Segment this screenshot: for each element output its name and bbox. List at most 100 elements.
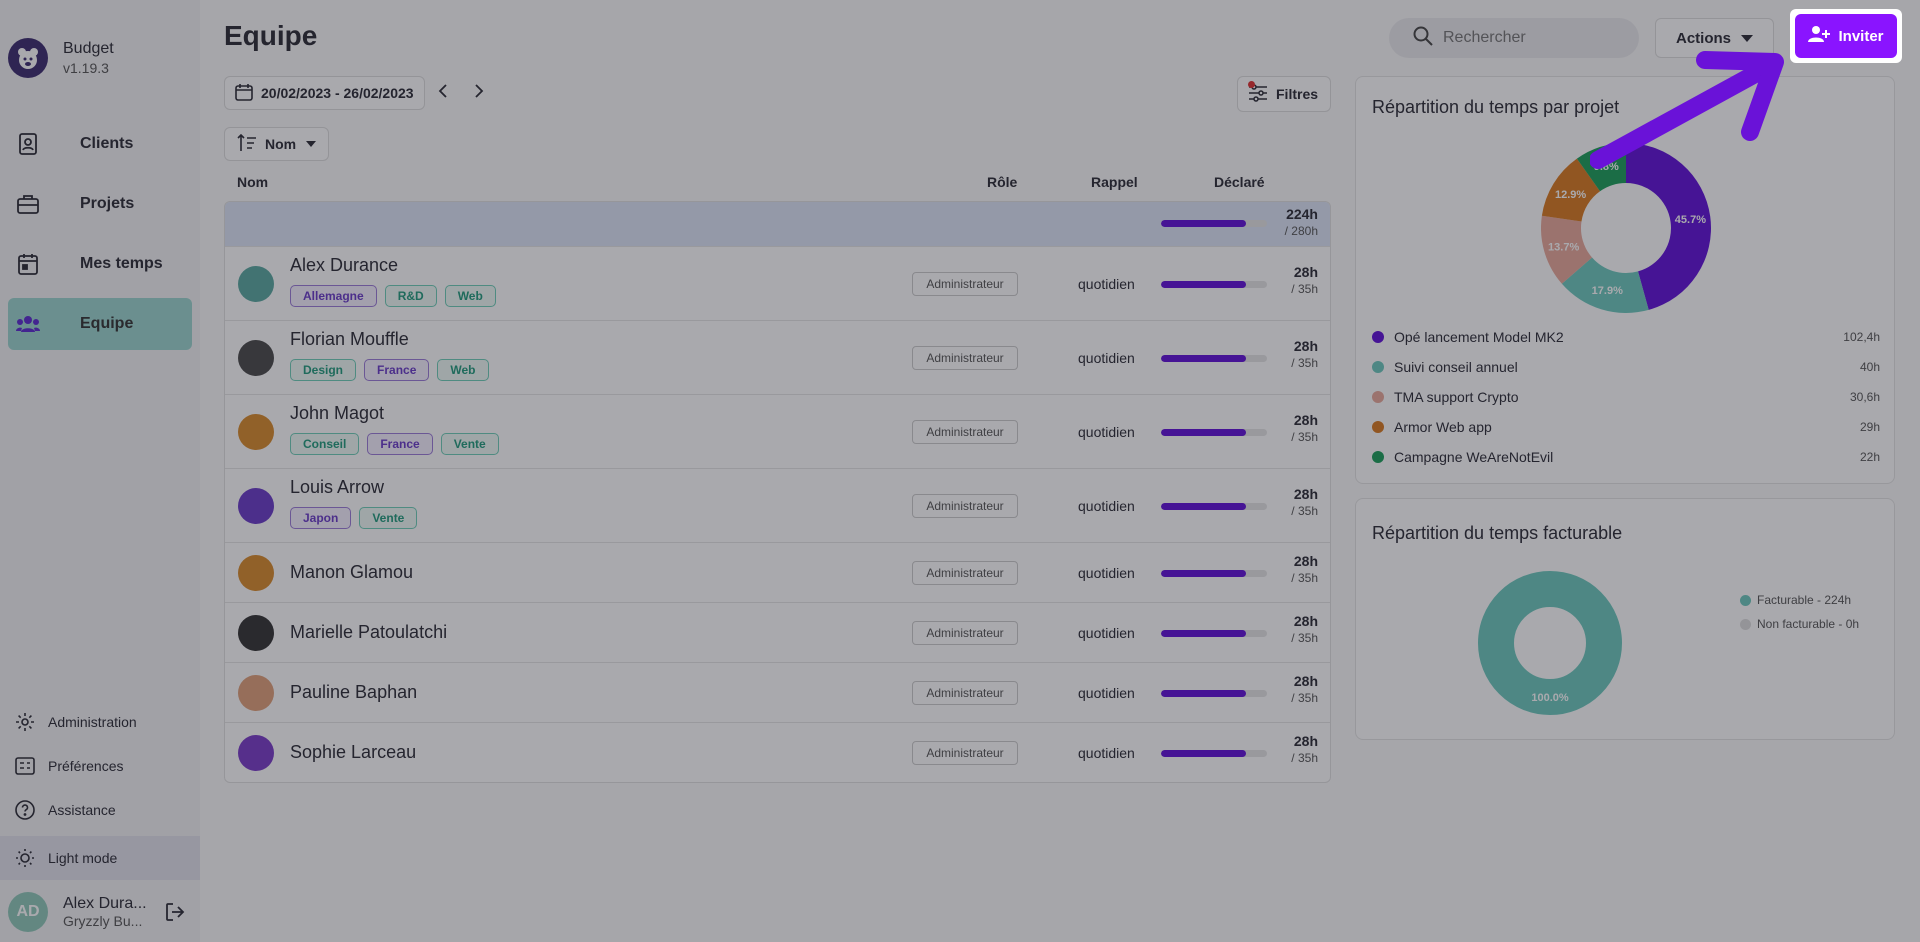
table-row[interactable]: Sophie Larceau Administrateur quotidien 28h… [225, 722, 1330, 782]
sidebar-item-equipe[interactable]: Equipe [8, 298, 192, 350]
declared-value: 28h [1293, 673, 1318, 689]
tag[interactable]: Conseil [290, 433, 360, 455]
legend-item[interactable]: Armor Web app 29h [1372, 417, 1880, 437]
member-name[interactable]: Manon Glamou [290, 562, 413, 583]
sidebar-item-preferences[interactable]: Préférences [0, 744, 200, 788]
role-badge[interactable]: Administrateur [912, 272, 1018, 296]
table-row[interactable]: John Magot Conseil France Vente Administrate… [225, 394, 1330, 468]
member-name[interactable]: Pauline Baphan [290, 682, 417, 703]
invite-label: Inviter [1838, 27, 1884, 45]
legend-dot [1372, 331, 1384, 343]
declared-value: 28h [1293, 412, 1318, 428]
legend-item[interactable]: Suivi conseil annuel 40h [1372, 357, 1880, 377]
legend-item[interactable]: Opé lancement Model MK2 102,4h [1372, 327, 1880, 347]
table-row[interactable]: Marielle Patoulatchi Administrateur quotid… [225, 602, 1330, 662]
card-title: Répartition du temps facturable [1372, 523, 1623, 543]
column-header-reminder[interactable]: Rappel [1091, 174, 1138, 190]
expected-value: / 35h [1291, 430, 1318, 444]
sort-button[interactable]: Nom [224, 127, 330, 161]
legend-item[interactable]: TMA support Crypto 30,6h [1372, 387, 1880, 407]
member-name[interactable]: Alex Durance [290, 255, 398, 276]
sidebar-item-mes-temps[interactable]: Mes temps [8, 238, 192, 290]
expected-value: / 35h [1291, 631, 1318, 645]
sidebar-item-label: Préférences [48, 758, 124, 774]
search-box[interactable] [1388, 18, 1639, 58]
sidebar-item-assistance[interactable]: Assistance [0, 788, 200, 832]
member-name[interactable]: Marielle Patoulatchi [290, 622, 447, 643]
declared-value: 28h [1293, 733, 1318, 749]
brand[interactable]: Budget v1.19.3 [0, 0, 200, 86]
role-badge[interactable]: Administrateur [912, 494, 1018, 518]
tag[interactable]: Vente [359, 507, 418, 529]
legend-dot [1372, 391, 1384, 403]
user-profile[interactable]: AD Alex Dura... Gryzzly Bu... [0, 882, 200, 942]
previous-week-button[interactable] [425, 76, 461, 110]
donut-slice[interactable] [1478, 571, 1622, 715]
chevron-right-icon [474, 83, 484, 103]
legend-item[interactable]: Campagne WeAreNotEvil 22h [1372, 447, 1880, 467]
tag[interactable]: Japon [290, 507, 352, 529]
tag[interactable]: Allemagne [290, 285, 377, 307]
tag[interactable]: France [364, 359, 430, 381]
tag[interactable]: Web [444, 285, 496, 307]
declared-progress-bar [1161, 429, 1267, 436]
sidebar-item-label: Administration [48, 714, 137, 730]
logout-icon[interactable] [163, 900, 187, 924]
tag[interactable]: France [367, 433, 433, 455]
search-input[interactable] [1442, 29, 1633, 47]
role-badge[interactable]: Administrateur [912, 681, 1018, 705]
avatar [238, 266, 274, 302]
legend-value: 30,6h [1849, 390, 1880, 404]
billable-time-card: Répartition du temps facturable 100.0% F… [1355, 498, 1895, 740]
legend-item[interactable]: Non facturable - 0h [1740, 617, 1859, 631]
declared-progress-bar [1161, 630, 1267, 637]
table-row[interactable]: Manon Glamou Administrateur quotidien 28h / … [225, 542, 1330, 602]
role-badge[interactable]: Administrateur [912, 621, 1018, 645]
column-header-role[interactable]: Rôle [987, 174, 1017, 190]
role-badge[interactable]: Administrateur [912, 420, 1018, 444]
member-name[interactable]: Florian Mouffle [290, 329, 409, 350]
legend-label: Armor Web app [1394, 419, 1492, 435]
role-badge[interactable]: Administrateur [912, 561, 1018, 585]
date-range-picker[interactable]: 20/02/2023 - 26/02/2023 [224, 76, 425, 110]
legend-item[interactable]: Facturable - 224h [1740, 593, 1851, 607]
progress-fill [1161, 220, 1246, 227]
legend-label: Facturable - 224h [1757, 593, 1852, 607]
sort-icon [237, 133, 257, 155]
sidebar-item-projets[interactable]: Projets [8, 178, 192, 230]
legend-value: 29h [1859, 420, 1880, 434]
filters-button[interactable]: Filtres [1237, 76, 1331, 112]
actions-button[interactable]: Actions [1654, 18, 1774, 58]
slice-label: 45.7% [1675, 214, 1706, 226]
tag-list: Conseil France Vente [290, 433, 507, 455]
member-name[interactable]: Sophie Larceau [290, 742, 416, 763]
invite-button[interactable]: Inviter [1795, 14, 1897, 58]
sidebar-item-light-mode[interactable]: Light mode [0, 836, 200, 880]
total-declared: 224h [1286, 206, 1318, 222]
table-row[interactable]: Alex Durance Allemagne R&D Web Administrateu… [225, 246, 1330, 320]
invite-highlight: Inviter [1790, 9, 1902, 63]
sidebar-item-administration[interactable]: Administration [0, 700, 200, 744]
role-badge[interactable]: Administrateur [912, 346, 1018, 370]
member-name[interactable]: Louis Arrow [290, 477, 384, 498]
role-badge[interactable]: Administrateur [912, 741, 1018, 765]
reminder-value: quotidien [1078, 745, 1135, 761]
column-header-declared[interactable]: Déclaré [1214, 174, 1265, 190]
filters-label: Filtres [1276, 86, 1319, 102]
table-row[interactable]: Pauline Baphan Administrateur quotidien 28h… [225, 662, 1330, 722]
table-row[interactable]: Florian Mouffle Design France Web Administra… [225, 320, 1330, 394]
declared-progress-bar [1161, 750, 1267, 757]
declared-value: 28h [1293, 264, 1318, 280]
tag[interactable]: Web [437, 359, 489, 381]
next-week-button[interactable] [461, 76, 497, 110]
actions-label: Actions [1675, 29, 1731, 47]
project-time-card: Répartition du temps par projet 45.7% 17.… [1355, 76, 1895, 484]
column-header-name[interactable]: Nom [237, 174, 268, 190]
sidebar-item-clients[interactable]: Clients [8, 118, 192, 170]
member-name[interactable]: John Magot [290, 403, 384, 424]
tag[interactable]: Design [290, 359, 357, 381]
tag[interactable]: Vente [440, 433, 499, 455]
tag-list: Japon Vente [290, 507, 425, 529]
tag[interactable]: R&D [384, 285, 437, 307]
table-row[interactable]: Louis Arrow Japon Vente Administrateur quoti… [225, 468, 1330, 542]
